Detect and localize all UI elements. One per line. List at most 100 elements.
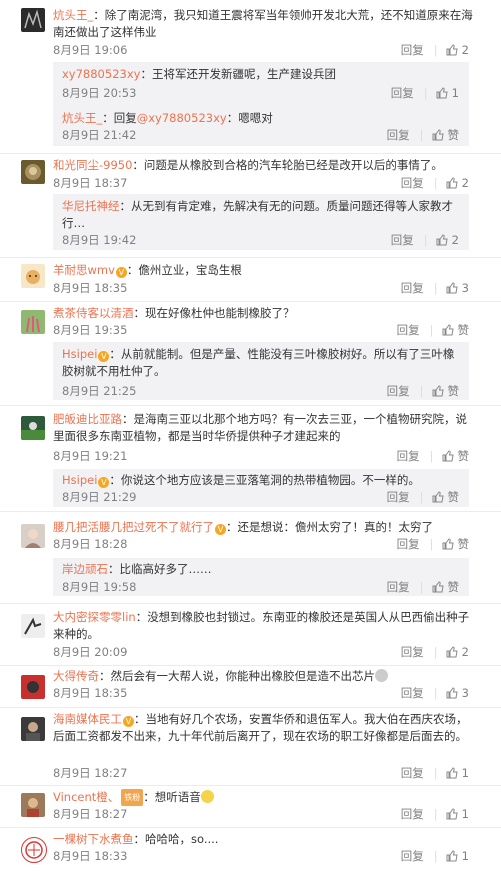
- comment-actions: 回复 | 赞: [396, 449, 469, 463]
- like-button[interactable]: 3: [446, 281, 469, 295]
- colon: ：: [135, 610, 148, 624]
- thumb-up-icon: [446, 177, 458, 189]
- like-button[interactable]: 2: [446, 176, 469, 190]
- timestamp: 8月9日 21:25: [62, 384, 137, 398]
- like-button[interactable]: 1: [436, 86, 459, 100]
- username-link[interactable]: Hsipei: [62, 347, 97, 361]
- reply-text: 你说这个地方应该是三亚落笔洞的热带植物园。不一样的。: [120, 473, 420, 487]
- colon: ：: [132, 158, 144, 172]
- reply-button[interactable]: 回复: [387, 580, 410, 594]
- verified-v-icon: V: [115, 267, 127, 278]
- avatar[interactable]: [21, 717, 45, 741]
- username-link[interactable]: 华尼托神经: [62, 199, 120, 213]
- reply-text-block: 华尼托神经：从无到有肯定难，先解决有无的问题。质量问题还得等人家教才行…: [62, 198, 462, 232]
- reply-button[interactable]: 回复: [397, 537, 420, 551]
- like-count: 1: [461, 766, 469, 780]
- avatar[interactable]: [21, 264, 45, 288]
- like-button[interactable]: 赞: [442, 537, 469, 551]
- timestamp: 8月9日 19:21: [53, 449, 128, 463]
- username-link[interactable]: 和光同尘-9950: [53, 158, 132, 172]
- avatar[interactable]: [21, 793, 45, 817]
- comment-text-block: 和光同尘-9950：问题是从橡胶到合格的汽车轮胎已经是改开以后的事情了。: [53, 157, 473, 174]
- like-button[interactable]: 1: [446, 766, 469, 780]
- like-button[interactable]: 2: [436, 233, 459, 247]
- emoji-icon: [200, 790, 214, 803]
- reply-button[interactable]: 回复: [401, 807, 424, 821]
- comment-text: 问题是从橡胶到合格的汽车轮胎已经是改开以后的事情了。: [143, 158, 443, 172]
- colon: ：: [133, 306, 146, 320]
- comment-text: 除了南泥湾，我只知道王震将军当年领帅开发北大荒，还不知道原来在海南还做出了这样伟…: [53, 8, 473, 39]
- reply-button[interactable]: 回复: [401, 686, 424, 700]
- reply-button[interactable]: 回复: [401, 645, 424, 659]
- avatar[interactable]: [21, 416, 45, 440]
- like-button[interactable]: 2: [446, 645, 469, 659]
- verified-v-icon: V: [98, 351, 110, 362]
- verified-v-icon: V: [123, 716, 134, 727]
- username-link[interactable]: Vincent橙、: [53, 790, 119, 804]
- username-link[interactable]: 羊耐思wmv: [53, 263, 115, 277]
- username-link[interactable]: 一棵树下水煮鱼: [53, 832, 134, 846]
- avatar[interactable]: [21, 8, 45, 32]
- reply-button[interactable]: 回复: [387, 490, 410, 504]
- like-button[interactable]: 赞: [432, 580, 460, 594]
- username-link[interactable]: xy7880523xy: [62, 67, 140, 81]
- username-link[interactable]: 大内密探零零lin: [53, 610, 136, 624]
- avatar[interactable]: [21, 310, 45, 334]
- reply-actions: 回复 | 1: [390, 86, 459, 100]
- avatar[interactable]: [21, 614, 45, 638]
- colon: ：: [226, 111, 239, 125]
- username-link[interactable]: 煮茶侍客以清酒: [53, 306, 134, 320]
- avatar[interactable]: [21, 524, 45, 548]
- like-button[interactable]: 1: [446, 849, 469, 863]
- username-link[interactable]: 大得传奇: [53, 669, 99, 683]
- username-link[interactable]: Hsipei: [62, 473, 97, 487]
- reply-button[interactable]: 回复: [401, 849, 424, 863]
- reply-button[interactable]: 回复: [391, 86, 414, 100]
- username-link[interactable]: 炕头王_: [62, 111, 102, 125]
- like-count: 2: [451, 233, 459, 247]
- avatar[interactable]: [21, 675, 45, 699]
- colon: ：: [122, 412, 134, 426]
- reply-button[interactable]: 回复: [401, 281, 424, 295]
- reply-button[interactable]: 回复: [401, 176, 424, 190]
- comment-text: 儋州立业，宝岛生根: [138, 263, 242, 277]
- reply-button[interactable]: 回复: [401, 43, 424, 57]
- reply-thread: Hsipei V ：你说这个地方应该是三亚落笔洞的热带植物园。不一样的。 8月9日 …: [53, 469, 469, 507]
- username-link[interactable]: 炕头王_: [53, 8, 93, 22]
- like-button[interactable]: 赞: [442, 323, 469, 337]
- reply-button[interactable]: 回复: [387, 128, 410, 142]
- comment-item: 腰几把活腰几把过死不了就行了 V ：还是想说：儋州太穷了！真的！太穷了 8月9日 1…: [0, 512, 501, 604]
- like-count: 赞: [447, 580, 460, 594]
- timestamp: 8月9日 18:27: [53, 807, 128, 821]
- avatar[interactable]: [21, 160, 45, 184]
- like-button[interactable]: 2: [446, 43, 469, 57]
- reply-button[interactable]: 回复: [387, 384, 410, 398]
- comment-text-block: 大得传奇：然后会有一大帮人说，你能种出橡胶但是造不出芯片: [53, 668, 473, 685]
- reply-button[interactable]: 回复: [397, 449, 420, 463]
- reply-button[interactable]: 回复: [401, 766, 424, 780]
- comment-text-block: 一棵树下水煮鱼：哈哈哈，so....: [53, 831, 473, 848]
- mention-link[interactable]: @xy7880523xy: [137, 111, 227, 125]
- reply-text-block: xy7880523xy：王将军还开发新疆呢，生产建设兵团: [62, 66, 462, 83]
- username-link[interactable]: 腰几把活腰几把过死不了就行了: [53, 520, 214, 534]
- like-button[interactable]: 赞: [432, 490, 459, 504]
- like-button[interactable]: 1: [446, 807, 469, 821]
- thumb-up-icon: [446, 767, 458, 779]
- username-link[interactable]: 肥皈迪比亚路: [53, 412, 122, 426]
- colon: ：: [133, 832, 146, 846]
- username-link[interactable]: 海南媒体民工: [53, 712, 122, 726]
- colon: ：: [108, 562, 120, 576]
- reply-text: 王将军还开发新疆呢，生产建设兵团: [151, 67, 336, 81]
- comment-actions: 回复 | 2: [400, 43, 469, 57]
- verified-v-icon: V: [215, 524, 226, 535]
- username-link[interactable]: 岸边顽石: [62, 562, 108, 576]
- like-button[interactable]: 赞: [432, 384, 459, 398]
- like-button[interactable]: 赞: [442, 449, 469, 463]
- reply-button[interactable]: 回复: [391, 233, 414, 247]
- like-button[interactable]: 3: [446, 686, 469, 700]
- like-button[interactable]: 赞: [432, 128, 459, 142]
- reply-text-block: Hsipei V ：从前就能制。但是产量、性能没有三叶橡胶树好。所以有了三叶橡胶树就…: [62, 346, 462, 380]
- like-count: 1: [451, 86, 459, 100]
- avatar[interactable]: [21, 837, 47, 863]
- reply-button[interactable]: 回复: [397, 323, 420, 337]
